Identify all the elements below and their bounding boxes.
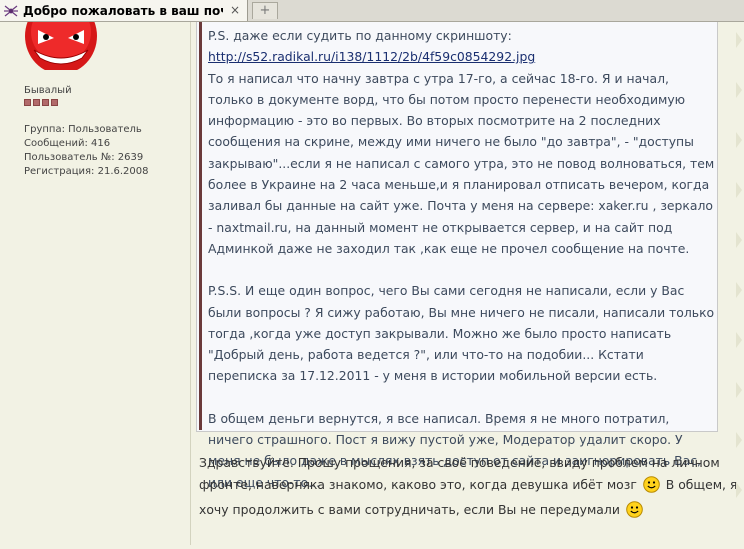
quote-paragraph-1: P.S. даже если судить по данному скриншо… <box>208 25 716 259</box>
reply-part-1: Здравствуйте. Прошу прощения, за своё по… <box>199 455 720 492</box>
rank-pip <box>51 99 58 106</box>
user-post-count: Сообщений: 416 <box>24 138 111 149</box>
spider-icon <box>4 4 18 18</box>
reply-text: Здравствуйте. Прошу прощения, за своё по… <box>199 452 739 525</box>
quote-ps-prefix: P.S. даже если судить по данному скриншо… <box>208 28 512 43</box>
quote-bar <box>199 22 202 430</box>
rank-pip <box>24 99 31 106</box>
tab-active[interactable]: Добро пожаловать в ваш почто... × <box>0 0 248 21</box>
profile-column: Бывалый Группа: Пользователь Сообщений: … <box>0 22 191 545</box>
user-registration: Регистрация: 21.6.2008 <box>24 166 149 177</box>
quote-paragraph-2: P.S.S. И еще один вопрос, чего Вы сами с… <box>208 283 715 384</box>
user-id: Пользователь №: 2639 <box>24 152 144 163</box>
tab-strip: Добро пожаловать в ваш почто... × + <box>0 0 744 22</box>
quote-ps-body: То я написал что начну завтра с утра 17-… <box>208 70 715 256</box>
rank-pip <box>33 99 40 106</box>
background-pattern <box>732 22 744 545</box>
tab-title: Добро пожаловать в ваш почто... <box>23 3 223 18</box>
user-group: Группа: Пользователь <box>24 124 142 135</box>
new-tab-button[interactable]: + <box>252 2 278 19</box>
smiley-icon <box>626 501 643 525</box>
smiley-icon <box>643 475 660 500</box>
user-rank: Бывалый <box>24 85 72 96</box>
rank-pip <box>42 99 49 106</box>
screenshot-link[interactable]: http://s52.radikal.ru/i138/1112/2b/4f59c… <box>208 49 535 64</box>
user-info: Группа: Пользователь Сообщений: 416 Поль… <box>24 123 149 179</box>
quote-text: P.S. даже если судить по данному скриншо… <box>208 25 716 514</box>
rank-pips <box>24 99 58 106</box>
close-icon[interactable]: × <box>229 4 241 16</box>
post-body: P.S. даже если судить по данному скриншо… <box>191 22 744 545</box>
quote-block: P.S. даже если судить по данному скриншо… <box>196 22 718 490</box>
avatar[interactable] <box>24 22 99 70</box>
